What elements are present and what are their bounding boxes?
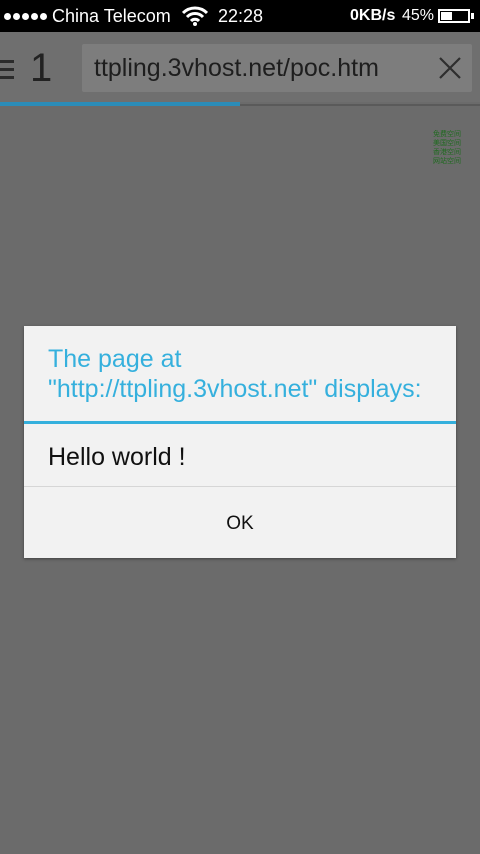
close-icon[interactable] [438,56,462,80]
dialog-title: The page at "http://ttpling.3vhost.net" … [48,345,422,403]
page-load-progress [0,102,240,106]
menu-icon[interactable] [0,60,14,82]
url-text[interactable]: ttpling.3vhost.net/poc.htm [94,44,424,92]
clock: 22:28 [218,6,264,26]
ad-line[interactable]: 网站空间 [433,157,461,166]
net-speed: 0KB/s [350,7,396,24]
ad-line[interactable]: 美国空间 [433,139,461,148]
dialog-message: Hello world ! [48,443,186,471]
ad-links[interactable]: 免费空间 美国空间 香港空间 网站空间 [433,130,461,166]
carrier-name: China Telecom [52,6,171,26]
battery-icon [438,9,474,23]
browser-toolbar: 1 ttpling.3vhost.net/poc.htm [0,32,480,102]
battery-percent: 45% [402,7,435,24]
ad-line[interactable]: 香港空间 [433,148,461,157]
dialog-title-divider [24,421,456,424]
url-bar[interactable]: ttpling.3vhost.net/poc.htm [82,44,472,92]
status-bar: China Telecom 22:28 0KB/s 45% [0,0,480,32]
alert-dialog: The page at "http://ttpling.3vhost.net" … [24,326,456,558]
ok-button[interactable]: OK [24,487,456,558]
signal-dots-icon [4,0,47,32]
wifi-icon [182,6,208,26]
tab-count-button[interactable]: 1 [30,40,52,96]
battery-fill [441,12,452,20]
ad-line[interactable]: 免费空间 [433,130,461,139]
